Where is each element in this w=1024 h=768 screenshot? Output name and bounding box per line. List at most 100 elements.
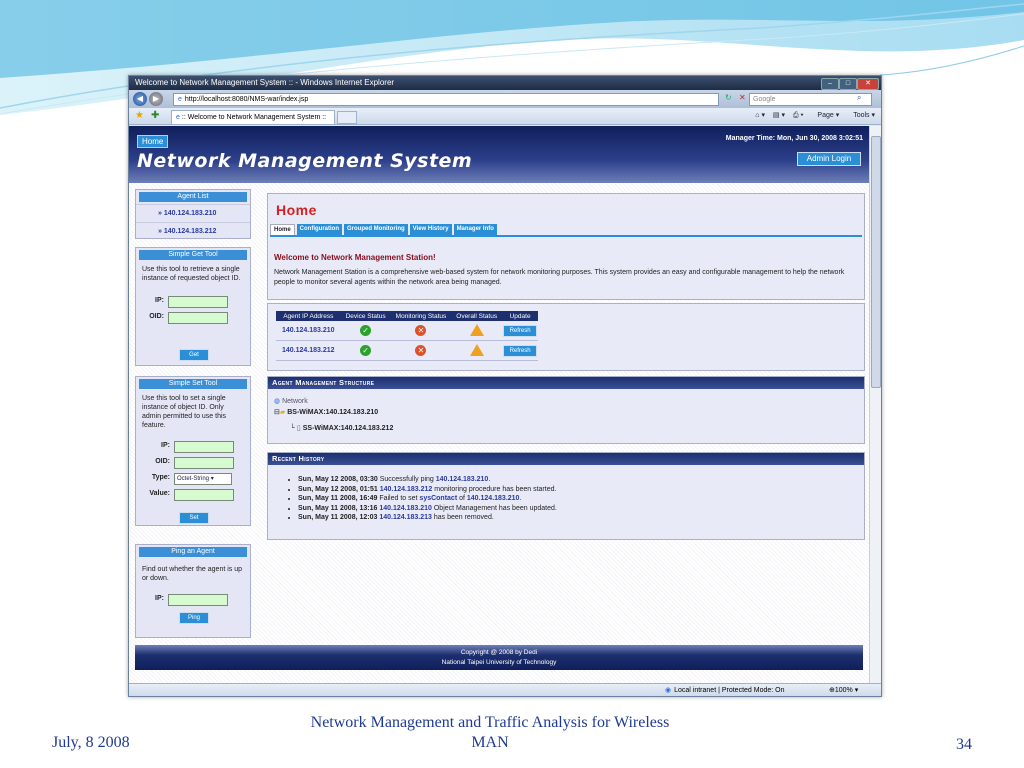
tab-configuration[interactable]: Configuration: [296, 224, 342, 235]
set-tool-box: Simple Set Tool Use this tool to set a s…: [135, 376, 251, 526]
tab-favicon-icon: e: [176, 114, 180, 121]
ping-description: Find out whether the agent is up or down…: [142, 566, 243, 582]
tree-connector: └: [290, 425, 295, 432]
type-select[interactable]: Octet-String ▾: [174, 473, 232, 485]
zoom-level: 100%: [834, 687, 853, 694]
agent-list-box: Agent List » 140.124.183.210 » 140.124.1…: [135, 189, 251, 239]
scrollbar-thumb[interactable]: [871, 136, 881, 388]
tab-grouped-monitoring[interactable]: Grouped Monitoring: [344, 224, 408, 235]
ping-ip-label: IP:: [155, 595, 164, 602]
browser-tab[interactable]: e:: Welcome to Network Management System…: [171, 110, 335, 124]
check-icon: ✓: [360, 345, 372, 356]
tab-view-history[interactable]: View History: [409, 224, 452, 235]
set-value-label: Value:: [149, 490, 170, 497]
history-link[interactable]: 140.124.183.212: [380, 486, 433, 493]
print-icon[interactable]: ⎙ ▾: [793, 112, 804, 119]
tree-root-label: Network: [282, 398, 308, 405]
get-tool-box: Simple Get Tool Use this tool to retriev…: [135, 247, 251, 366]
tools-menu[interactable]: Tools ▾: [847, 112, 875, 119]
page-heading: Home: [276, 202, 317, 218]
table-row: 140.124.183.212 ✓ ✕ Refresh: [276, 340, 539, 361]
history-list: Sun, May 12 2008, 03:30 Successfully pin…: [288, 475, 557, 523]
refresh-icon[interactable]: ↻: [725, 93, 732, 102]
feeds-icon[interactable]: ▤ ▾: [773, 112, 785, 119]
slide-date: July, 8 2008: [52, 734, 130, 751]
tab-manager-info[interactable]: Manager Info: [453, 224, 497, 235]
page-menu[interactable]: Page ▾: [811, 112, 839, 119]
address-bar: ◀ ▶ e http://localhost:8080/NMS-war/index…: [129, 90, 881, 108]
maximize-icon[interactable]: □: [839, 78, 857, 90]
history-link[interactable]: 140.124.183.210: [436, 476, 489, 483]
minimize-icon[interactable]: –: [821, 78, 839, 90]
set-ip-label: IP:: [161, 442, 170, 449]
back-arrow-icon[interactable]: ◀: [133, 92, 147, 106]
browser-statusbar: ◉ Local intranet | Protected Mode: On ⊕10…: [129, 683, 881, 696]
warning-icon: [469, 323, 484, 336]
history-link[interactable]: 140.124.183.210: [467, 495, 520, 502]
url-input[interactable]: e http://localhost:8080/NMS-war/index.jsp: [173, 93, 719, 106]
set-tool-description: Use this tool to set a single instance o…: [142, 395, 227, 429]
ping-ip-row: IP:: [136, 592, 250, 608]
get-ip-label: IP:: [155, 297, 164, 304]
ping-ip-input[interactable]: [168, 594, 228, 606]
favorites-star-icon[interactable]: ★: [135, 110, 144, 121]
security-zone[interactable]: ◉ Local intranet | Protected Mode: On: [665, 684, 785, 696]
set-type-label: Type:: [151, 474, 170, 481]
tree-node-ss[interactable]: └ ▯ SS-WiMAX:140.124.183.212: [290, 424, 393, 432]
type-select-value: Octet-String: [177, 476, 210, 482]
tree-root[interactable]: ◍ Network: [274, 397, 308, 405]
add-favorites-icon[interactable]: ✚: [151, 110, 159, 121]
column-header: Monitoring Status: [390, 311, 452, 321]
get-oid-row: OID:: [136, 310, 250, 326]
tree-node-bs-label: BS-WiMAX:140.124.183.210: [287, 409, 379, 416]
table-header-row: Agent IP Address Device Status Monitorin…: [276, 311, 539, 321]
close-icon[interactable]: ✕: [857, 78, 879, 90]
history-link[interactable]: 140.124.183.210: [379, 505, 432, 512]
command-bar: ⌂ ▾ ▤ ▾ ⎙ ▾ Page ▾ Tools ▾: [749, 110, 875, 122]
stop-icon[interactable]: ✕: [739, 93, 746, 102]
set-button[interactable]: Set: [179, 512, 209, 524]
set-value-input[interactable]: [174, 489, 234, 501]
vertical-scrollbar[interactable]: [869, 126, 881, 683]
get-tool-title: Simple Get Tool: [139, 250, 247, 260]
agent-ip-link[interactable]: 140.124.183.212: [276, 340, 341, 361]
list-item: Sun, May 12 2008, 01:51 140.124.183.212 …: [298, 485, 557, 495]
agent-list-item[interactable]: » 140.124.183.210: [136, 204, 250, 222]
history-link[interactable]: 140.124.183.213: [379, 514, 432, 521]
refresh-button[interactable]: Refresh: [503, 324, 538, 337]
refresh-button[interactable]: Refresh: [503, 344, 538, 357]
set-oid-row: OID:: [136, 455, 250, 471]
column-header: Device Status: [340, 311, 391, 321]
home-icon[interactable]: ⌂ ▾: [755, 112, 765, 119]
ping-box: Ping an Agent Find out whether the agent…: [135, 544, 251, 638]
set-oid-input[interactable]: [174, 457, 234, 469]
url-text: http://localhost:8080/NMS-war/index.jsp: [184, 96, 309, 103]
set-oid-label: OID:: [155, 458, 170, 465]
forward-arrow-icon[interactable]: ▶: [149, 92, 163, 106]
admin-login-button[interactable]: Admin Login: [797, 152, 861, 166]
agent-status-table: Agent IP Address Device Status Monitorin…: [276, 311, 539, 361]
page-favicon-icon: e: [178, 96, 182, 103]
structure-title: Agent Management Structure: [268, 377, 864, 389]
new-tab-button[interactable]: [337, 111, 357, 124]
ping-button[interactable]: Ping: [179, 612, 209, 624]
error-x-icon: ✕: [415, 325, 427, 336]
search-icon[interactable]: ⌕: [857, 93, 861, 103]
tab-title: :: Welcome to Network Management System …: [181, 114, 327, 121]
zoom-control[interactable]: ⊕100% ▾: [829, 684, 858, 696]
list-item: Sun, May 11 2008, 12:03 140.124.183.213 …: [298, 513, 557, 523]
set-ip-input[interactable]: [174, 441, 234, 453]
agent-list-item[interactable]: » 140.124.183.212: [136, 222, 250, 240]
home-nav-button[interactable]: Home: [137, 135, 169, 148]
get-oid-input[interactable]: [168, 312, 228, 324]
home-panel: Home Home Configuration Grouped Monitori…: [267, 193, 865, 300]
get-button[interactable]: Get: [179, 349, 209, 361]
agent-ip-link[interactable]: 140.124.183.210: [276, 321, 341, 341]
tree-node-bs[interactable]: ⊟▰ BS-WiMAX:140.124.183.210: [274, 408, 378, 416]
slide-title: Network Management and Traffic Analysis …: [310, 714, 670, 751]
list-item: Sun, May 12 2008, 03:30 Successfully pin…: [298, 475, 557, 485]
history-link[interactable]: sysContact: [419, 495, 457, 502]
get-ip-input[interactable]: [168, 296, 228, 308]
search-input[interactable]: Google: [749, 93, 872, 106]
site-title: Network Management System: [137, 150, 473, 172]
